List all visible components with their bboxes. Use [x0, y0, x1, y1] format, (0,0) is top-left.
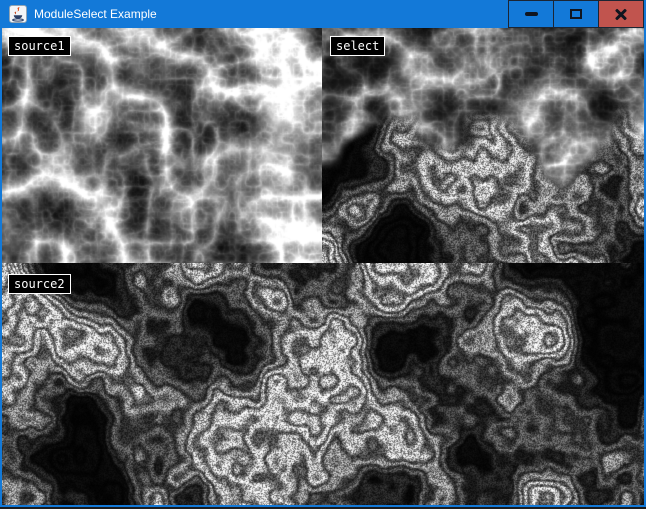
select-label: select	[330, 36, 385, 56]
java-coffee-cup-icon	[9, 5, 27, 23]
source2-noise-canvas	[2, 263, 644, 505]
app-window: ModuleSelect Example source1 select sour…	[0, 0, 646, 509]
close-icon	[614, 8, 628, 20]
source2-label: source2	[8, 274, 71, 294]
source1-label: source1	[8, 36, 71, 56]
window-controls	[508, 0, 644, 28]
maximize-icon	[570, 9, 582, 19]
close-button[interactable]	[598, 0, 644, 28]
minimize-button[interactable]	[508, 0, 554, 28]
window-title: ModuleSelect Example	[34, 0, 157, 28]
maximize-button[interactable]	[553, 0, 599, 28]
java-app-icon[interactable]	[9, 5, 27, 23]
render-area: source1 select source2	[2, 28, 644, 505]
minimize-icon	[525, 12, 538, 16]
source1-noise-canvas	[2, 28, 322, 263]
select-noise-canvas	[322, 28, 644, 263]
titlebar[interactable]: ModuleSelect Example	[0, 0, 646, 28]
